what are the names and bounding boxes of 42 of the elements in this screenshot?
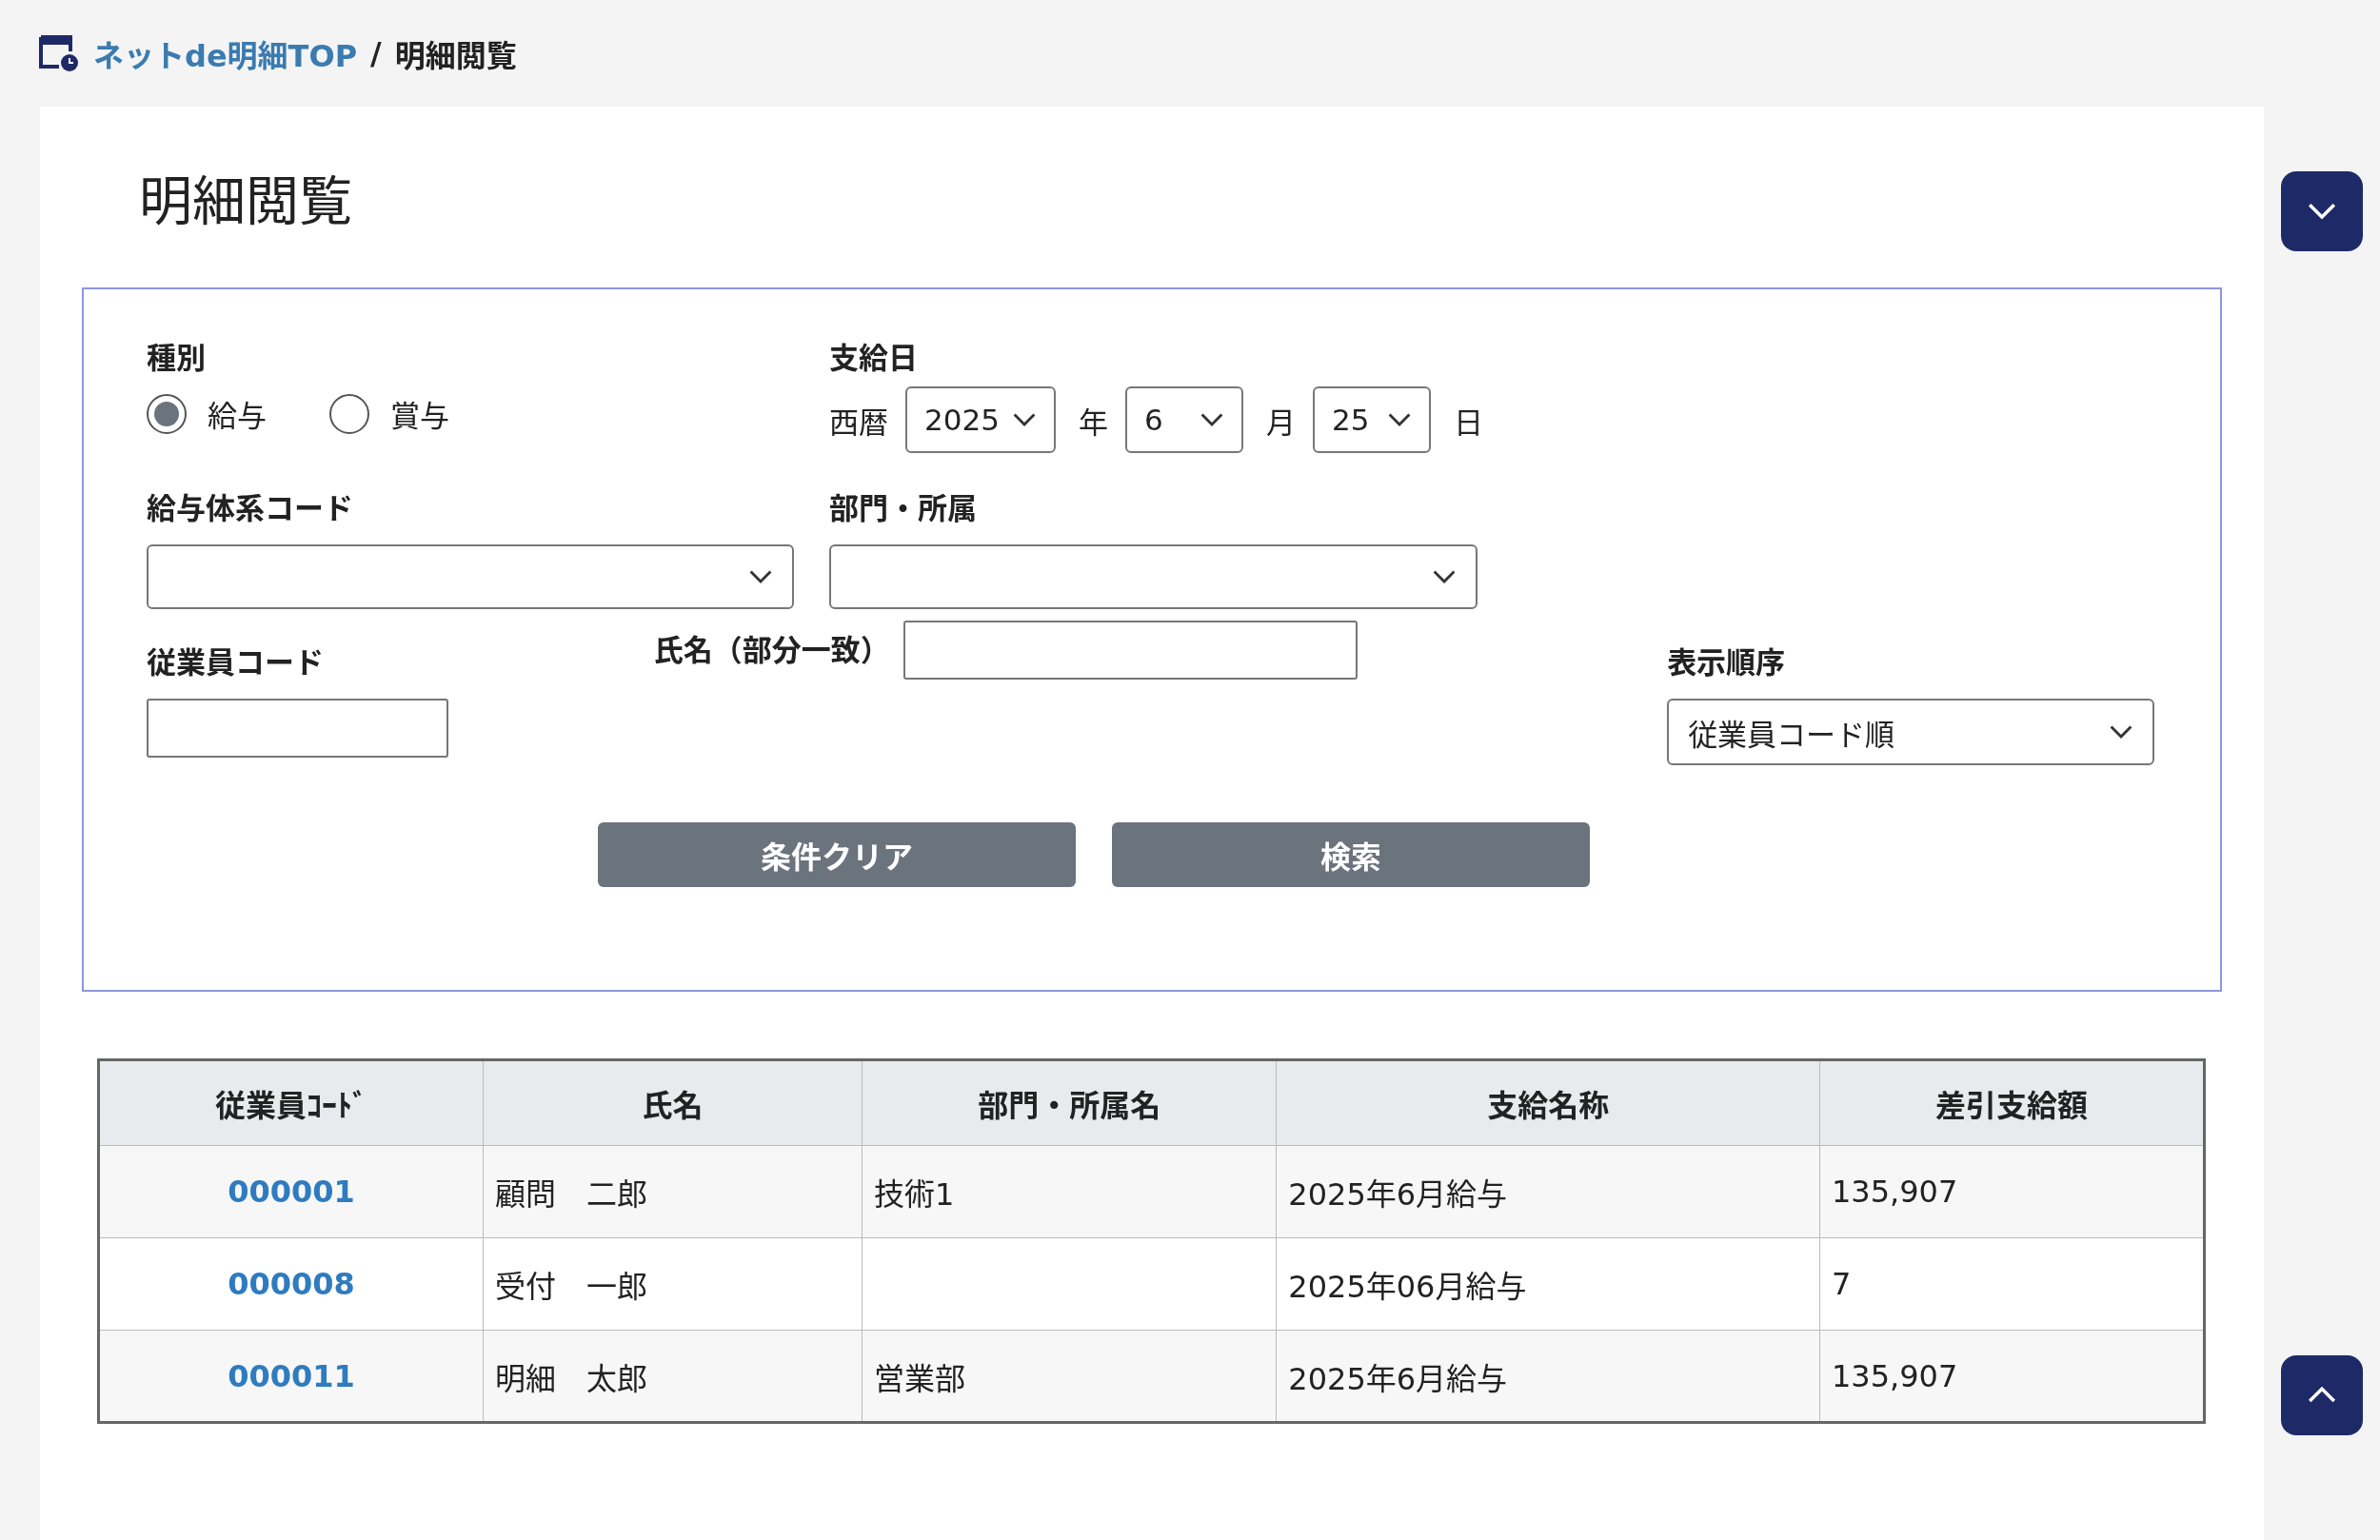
field-label: 給与体系コード (147, 490, 354, 527)
employee-code-link[interactable]: 000008 (228, 1266, 355, 1302)
breadcrumb-separator: / (370, 35, 382, 71)
column-header: 従業員ｺｰﾄﾞ (98, 1059, 484, 1146)
breadcrumb-current: 明細閲覧 (394, 37, 517, 75)
date-select[interactable]: 25 (1313, 386, 1431, 453)
date-select[interactable]: 6 (1125, 386, 1243, 453)
table-cell: 顧問 二郎 (483, 1145, 863, 1238)
column-header: 氏名 (483, 1059, 863, 1146)
date-select[interactable]: 2025 (905, 386, 1056, 453)
date-unit-label: 日 (1454, 404, 1483, 442)
search-button[interactable]: 検索 (1112, 822, 1590, 887)
table-cell: 135,907 (1819, 1330, 2205, 1423)
table-cell: 受付 一郎 (483, 1237, 863, 1331)
sort-order-select[interactable]: 従業員コード順 (1667, 699, 2155, 765)
field-label: 氏名（部分一致） (653, 632, 890, 669)
table-cell: 営業部 (862, 1330, 1277, 1423)
employee-code-link[interactable]: 000001 (228, 1174, 355, 1210)
table-cell: 2025年6月給与 (1276, 1145, 1820, 1238)
table-cell: 135,907 (1819, 1145, 2205, 1238)
field-label: 部門・所属 (829, 490, 978, 527)
date-unit-label: 年 (1079, 404, 1108, 442)
field-label: 従業員コード (147, 644, 325, 681)
date-unit-label: 月 (1266, 404, 1296, 442)
table-cell: 7 (1819, 1237, 2205, 1331)
field-label: 支給日 (829, 340, 919, 377)
table-cell: 2025年06月給与 (1276, 1237, 1820, 1331)
field-label: 表示順序 (1667, 644, 1787, 681)
table-cell: 2025年6月給与 (1276, 1330, 1820, 1423)
column-header: 差引支給額 (1819, 1059, 2205, 1146)
table-cell: 技術1 (862, 1145, 1277, 1238)
column-header: 支給名称 (1276, 1059, 1820, 1146)
radio-option[interactable]: 給与 (147, 392, 267, 435)
clear-button[interactable]: 条件クリア (598, 822, 1076, 887)
breadcrumb-link[interactable]: ネットde明細TOP (93, 31, 358, 75)
page-title: 明細閲覧 (139, 169, 353, 234)
table-cell: 明細 太郎 (483, 1330, 863, 1423)
employee-code-link[interactable]: 000011 (228, 1357, 355, 1394)
column-header: 部門・所属名 (862, 1059, 1277, 1146)
field-label: 種別 (147, 340, 207, 377)
radio-option[interactable]: 賞与 (329, 392, 449, 435)
era-label: 西暦 (829, 404, 888, 442)
